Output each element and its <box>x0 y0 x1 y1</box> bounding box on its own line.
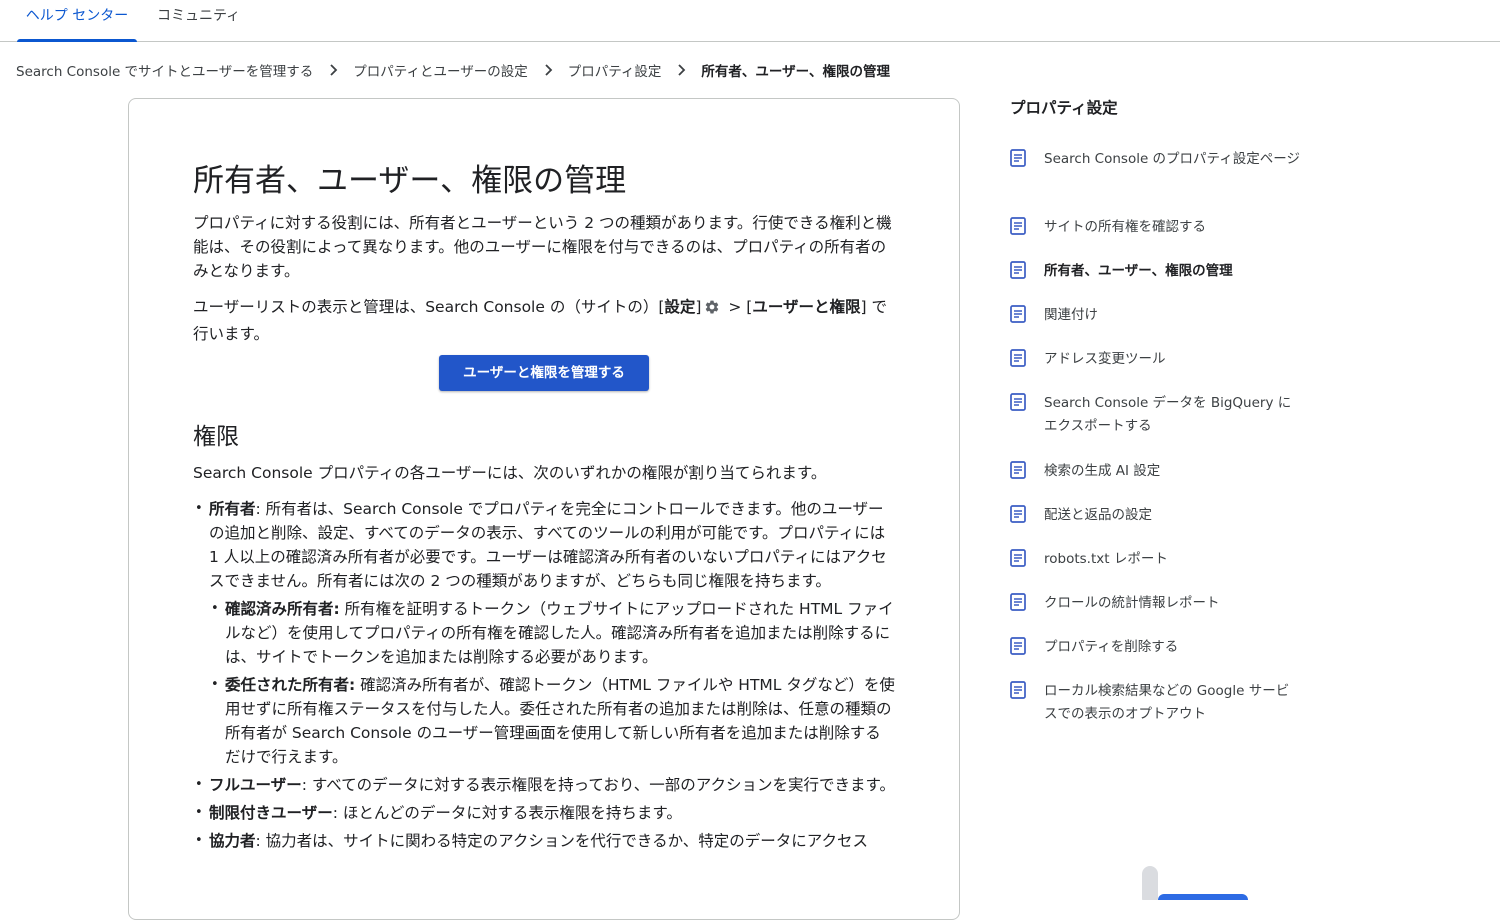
owner-types-list: 確認済み所有者: 所有権を証明するトークン（ウェブサイトにアップロードされた H… <box>209 597 895 769</box>
permissions-intro: Search Console プロパティの各ユーザーには、次のいずれかの権限が割… <box>193 464 827 482</box>
manage-users-button[interactable]: ユーザーと権限を管理する <box>439 355 649 391</box>
breadcrumb-item[interactable]: プロパティとユーザーの設定 <box>353 60 527 80</box>
intro-paragraph: プロパティに対する役割には、所有者とユーザーという 2 つの種類があります。行使… <box>193 214 892 280</box>
list-item: フルユーザー: すべてのデータに対する表示権限を持っており、一部のアクションを実… <box>193 773 895 797</box>
settings-text: ユーザーリストの表示と管理は、Search Console の（サイトの）[ <box>193 298 665 316</box>
promo-illustration <box>1142 866 1248 900</box>
article-icon <box>1010 637 1026 655</box>
sidebar-item-label: プロパティを削除する <box>1044 639 1179 655</box>
article-icon <box>1010 549 1026 567</box>
active-tab-indicator <box>17 39 137 42</box>
permission-term: 協力者 <box>209 832 256 850</box>
sidebar-item-label: 配送と返品の設定 <box>1044 507 1152 523</box>
settings-label: 設定 <box>664 298 696 316</box>
sidebar-item-label: サイトの所有権を確認する <box>1044 219 1206 235</box>
sidebar-item-label: 検索の生成 AI 設定 <box>1044 463 1161 479</box>
permission-description: : 協力者は、サイトに関わる特定のアクションを代行できるか、特定のデータにアクセ… <box>255 832 868 850</box>
settings-paragraph: ユーザーリストの表示と管理は、Search Console の（サイトの）[設定… <box>193 295 895 346</box>
article-icon <box>1010 593 1026 611</box>
article-icon <box>1010 505 1026 523</box>
sidebar-item-label: Search Console のプロパティ設定ページ <box>1044 151 1300 167</box>
section-heading-permissions: 権限 <box>193 424 239 450</box>
settings-text: > [ <box>723 298 753 316</box>
tab-community-label: コミュニティ <box>157 8 241 24</box>
list-item: 委任された所有者: 確認済み所有者が、確認トークン（HTML ファイルや HTM… <box>209 673 895 769</box>
breadcrumb-item[interactable]: Search Console でサイトとユーザーを管理する <box>16 60 313 80</box>
sidebar-item-label: アドレス変更ツール <box>1044 351 1166 367</box>
list-item: 制限付きユーザー: ほとんどのデータに対する表示権限を持ちます。 <box>193 801 895 825</box>
permission-term: 確認済み所有者: <box>225 600 340 618</box>
sidebar-item-label: 所有者、ユーザー、権限の管理 <box>1044 263 1233 279</box>
chevron-right-icon <box>528 64 568 76</box>
chevron-right-icon <box>313 64 353 76</box>
article-icon <box>1010 149 1026 167</box>
list-item: 協力者: 協力者は、サイトに関わる特定のアクションを代行できるか、特定のデータに… <box>193 829 895 853</box>
sidebar-title: プロパティ設定 <box>1010 99 1118 117</box>
chevron-right-icon <box>661 64 701 76</box>
list-item: 確認済み所有者: 所有権を証明するトークン（ウェブサイトにアップロードされた H… <box>209 597 895 669</box>
permission-description: : 所有者は、Search Console でプロパティを完全にコントロールでき… <box>209 500 887 590</box>
article-icon <box>1010 393 1026 411</box>
tab-help-center-label: ヘルプ センター <box>25 8 129 24</box>
users-permissions-label: ユーザーと権限 <box>752 298 861 316</box>
article-icon <box>1010 681 1026 699</box>
permission-description: : すべてのデータに対する表示権限を持っており、一部のアクションを実行できます。 <box>301 776 895 794</box>
sidebar-item-label: クロールの統計情報レポート <box>1044 595 1220 611</box>
button-row: ユーザーと権限を管理する <box>193 355 895 391</box>
permissions-list: 所有者: 所有者は、Search Console でプロパティを完全にコントロー… <box>193 497 895 857</box>
permission-description: : ほとんどのデータに対する表示権限を持ちます。 <box>332 804 682 822</box>
permission-term: 委任された所有者: <box>225 676 356 694</box>
sidebar-item-label: 関連付け <box>1044 307 1098 323</box>
list-item: 所有者: 所有者は、Search Console でプロパティを完全にコントロー… <box>193 497 895 769</box>
page-title: 所有者、ユーザー、権限の管理 <box>193 163 627 199</box>
settings-text: ] <box>695 298 702 316</box>
breadcrumb: Search Console でサイトとユーザーを管理する プロパティとユーザー… <box>16 58 890 82</box>
article-icon <box>1010 261 1026 279</box>
permission-term: フルユーザー <box>209 776 302 794</box>
permission-term: 制限付きユーザー <box>209 804 333 822</box>
article-icon <box>1010 217 1026 235</box>
article-card: 所有者、ユーザー、権限の管理 プロパティに対する役割には、所有者とユーザーという… <box>128 98 960 920</box>
breadcrumb-current: 所有者、ユーザー、権限の管理 <box>701 64 891 80</box>
article-icon <box>1010 305 1026 323</box>
sidebar-item-label: ローカル検索結果などの Google サービスでの表示のオプトアウト <box>1044 683 1290 722</box>
article-icon <box>1010 461 1026 479</box>
article-icon <box>1010 349 1026 367</box>
permission-term: 所有者 <box>209 500 256 518</box>
sidebar-item-label: Search Console データを BigQuery にエクスポートする <box>1044 395 1292 434</box>
top-nav: ヘルプ センター コミュニティ <box>0 0 1500 42</box>
breadcrumb-item[interactable]: プロパティ設定 <box>568 60 662 80</box>
gear-icon <box>704 298 720 322</box>
sidebar-item-label: robots.txt レポート <box>1044 551 1168 567</box>
tab-help-center[interactable]: ヘルプ センター <box>17 0 137 42</box>
tab-community[interactable]: コミュニティ <box>157 0 240 41</box>
